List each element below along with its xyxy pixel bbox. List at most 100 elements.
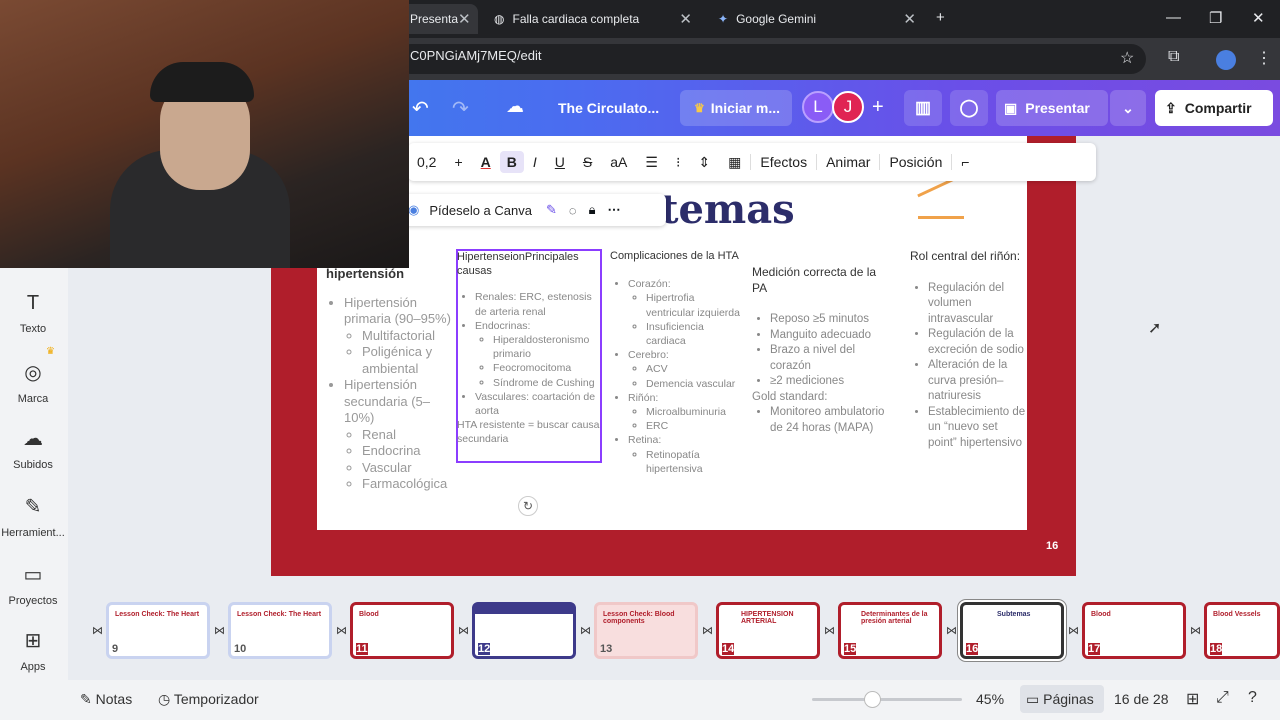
strikethrough-icon[interactable]: S	[574, 154, 601, 170]
cloud-sync-icon[interactable]: ☁	[506, 96, 524, 117]
close-icon[interactable]: ✕	[679, 10, 692, 28]
list-icon[interactable]: ⁝	[667, 154, 689, 171]
tab-falla[interactable]: ◍ Falla cardiaca completa ✕	[484, 4, 702, 34]
transition-icon[interactable]: ⋈	[458, 624, 469, 637]
restore-icon[interactable]: ❐	[1209, 9, 1222, 27]
transparency-icon[interactable]: ▦	[719, 154, 750, 171]
sidebar-item-text[interactable]: T Texto	[0, 292, 66, 335]
list-item: Endocrinas: Hiperaldosteronismo primario…	[475, 319, 601, 390]
zoom-slider[interactable]	[812, 698, 962, 701]
transition-icon[interactable]: ⋈	[580, 624, 591, 637]
help-icon[interactable]: ?	[1248, 689, 1257, 707]
gold-standard-label: Gold standard:	[752, 390, 828, 403]
transition-icon[interactable]: ⋈	[214, 624, 225, 637]
extensions-icon[interactable]: ⧉	[1168, 48, 1179, 66]
minimize-icon[interactable]: —	[1166, 9, 1181, 26]
analytics-icon[interactable]: ▥	[904, 90, 942, 126]
ask-canva-button[interactable]: Pídeselo a Canva	[429, 203, 532, 218]
add-collaborator-icon[interactable]: +	[872, 96, 884, 119]
transition-icon[interactable]: ⋈	[702, 624, 713, 637]
window-close-icon[interactable]: ✕	[1252, 9, 1265, 27]
column-hypertension-types[interactable]: hipertensión Hipertensión primaria (90–9…	[326, 266, 456, 493]
fullscreen-icon[interactable]: ⤢	[1216, 689, 1229, 707]
globe-icon: ◍	[494, 12, 505, 26]
italic-icon[interactable]: I	[524, 154, 546, 170]
case-icon[interactable]: aA	[601, 154, 636, 170]
spacing-icon[interactable]: ⇕	[689, 154, 719, 171]
align-left-icon[interactable]: ☰	[636, 154, 667, 171]
column-measurement[interactable]: Medición correcta de la PA Reposo ≥5 min…	[752, 265, 886, 436]
font-size-value[interactable]: 0,2	[408, 154, 445, 170]
upgrade-button[interactable]: ♛ Iniciar m...	[680, 90, 792, 126]
new-tab-button[interactable]: +	[936, 9, 945, 26]
sidebar-item-brand[interactable]: ◎ Marca	[0, 360, 66, 405]
page-thumbnail[interactable]: Blood 11	[350, 602, 454, 659]
lock-icon[interactable]: 🔒︎	[589, 202, 596, 218]
document-title[interactable]: The Circulato...	[558, 100, 659, 116]
transition-icon[interactable]: ⋈	[946, 624, 957, 637]
underline-icon[interactable]: U	[546, 154, 574, 170]
close-icon[interactable]: ✕	[903, 10, 916, 28]
notes-button[interactable]: ✎ Notas	[80, 691, 132, 708]
tab-presentation[interactable]: Presenta ✕	[400, 4, 478, 34]
more-icon[interactable]: ⋯	[608, 202, 621, 218]
comment-icon[interactable]: ◯	[950, 90, 988, 126]
rotate-handle-icon[interactable]: ↻	[518, 496, 538, 516]
column-heading: Medición correcta de la PA	[752, 265, 877, 295]
avatar[interactable]: J	[832, 91, 864, 123]
page-thumbnail-selected[interactable]: Subtemas 16	[960, 602, 1064, 659]
gemini-icon: ✦	[718, 12, 729, 26]
chevron-down-icon[interactable]: ⌄	[1110, 90, 1146, 126]
column-causes[interactable]: HipertenseionPrincipales causas Renales:…	[457, 250, 601, 447]
zoom-slider-handle[interactable]	[864, 691, 881, 708]
text-color-icon[interactable]: A	[472, 154, 500, 170]
list-item: Renales: ERC, estenosis de arteria renal	[475, 290, 601, 318]
tab-gemini[interactable]: ✦ Google Gemini ✕	[708, 4, 926, 34]
page-thumbnail[interactable]: Lesson Check: Blood components 13	[594, 602, 698, 659]
page-thumbnail[interactable]: Lesson Check: The Heart 10	[228, 602, 332, 659]
comment-add-icon[interactable]: ◌	[569, 203, 577, 218]
transition-icon[interactable]: ⋈	[92, 624, 103, 637]
magic-edit-icon[interactable]: ✎	[546, 202, 557, 218]
menu-icon[interactable]: ⋮	[1256, 48, 1272, 68]
column-kidney-role[interactable]: Rol central del riñón: Regulación del vo…	[910, 249, 1028, 451]
page-thumbnail[interactable]: Blood 12	[472, 602, 576, 659]
transition-icon[interactable]: ⋈	[1190, 624, 1201, 637]
timer-button[interactable]: ◷ Temporizador	[158, 691, 259, 708]
undo-icon[interactable]: ↶	[412, 96, 429, 121]
pages-button[interactable]: ▭ Páginas	[1020, 685, 1104, 713]
page-thumbnail[interactable]: Blood 17	[1082, 602, 1186, 659]
bold-icon[interactable]: B	[499, 151, 524, 173]
increase-font-button[interactable]: +	[445, 154, 471, 170]
transition-icon[interactable]: ⋈	[1068, 624, 1079, 637]
upload-icon: ☁	[23, 428, 43, 450]
list-item: Establecimiento de un “nuevo set point” …	[928, 405, 1028, 452]
animate-button[interactable]: Animar	[816, 154, 879, 170]
page-thumbnail[interactable]: Determinantes de la presión arterial 15	[838, 602, 942, 659]
redo-icon[interactable]: ↷	[452, 96, 469, 121]
sidebar-item-projects[interactable]: ▭ Proyectos	[0, 562, 66, 607]
transition-icon[interactable]: ⋈	[336, 624, 347, 637]
avatar[interactable]: L	[802, 91, 834, 123]
position-button[interactable]: Posición	[879, 154, 951, 170]
star-icon[interactable]: ☆	[1120, 48, 1134, 68]
page-thumbnail[interactable]: HIPERTENSION ARTERIAL 14	[716, 602, 820, 659]
page-thumbnail[interactable]: Blood Vessels 18	[1204, 602, 1280, 659]
transition-icon[interactable]: ⋈	[824, 624, 835, 637]
page-thumbnail[interactable]: Lesson Check: The Heart 9	[106, 602, 210, 659]
profile-icon[interactable]	[1216, 50, 1236, 70]
grid-view-icon[interactable]: ⊞	[1186, 689, 1199, 709]
cursor-icon: ➚	[1148, 320, 1162, 337]
sidebar-item-tools[interactable]: ✎ Herramient...	[0, 494, 66, 539]
slide-title[interactable]: temas	[660, 186, 795, 233]
share-button[interactable]: ⇪ Compartir	[1155, 90, 1273, 126]
effects-button[interactable]: Efectos	[750, 154, 816, 170]
close-icon[interactable]: ✕	[458, 10, 471, 28]
zoom-level[interactable]: 45%	[976, 691, 1004, 707]
paint-format-icon[interactable]: ⌐	[951, 154, 978, 170]
list-item: Regulación del volumen intravascular	[928, 281, 1028, 328]
sidebar-item-apps[interactable]: ⊞ Apps	[0, 628, 66, 673]
present-button[interactable]: ▣ Presentar	[996, 90, 1108, 126]
sidebar-item-uploads[interactable]: ☁ Subidos	[0, 426, 66, 471]
column-complications[interactable]: Complicaciones de la HTA Corazón:Hipertr…	[610, 249, 740, 476]
